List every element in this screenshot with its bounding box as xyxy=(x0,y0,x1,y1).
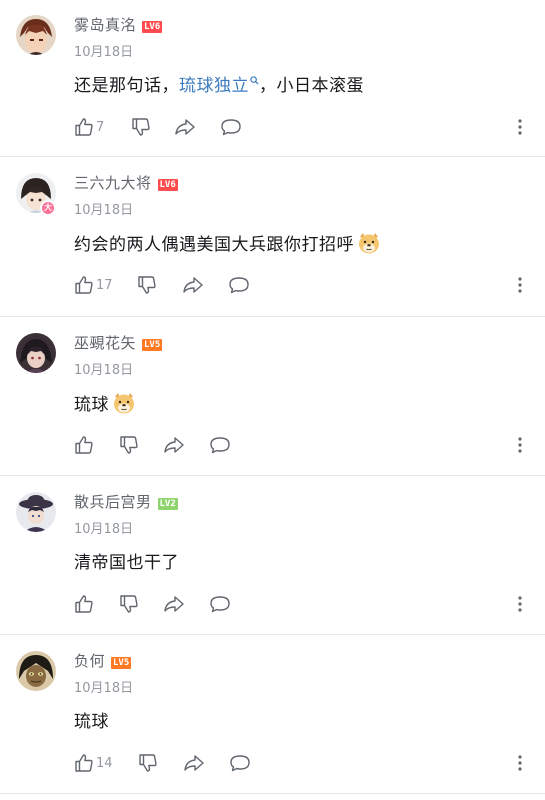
comment-bubble-icon xyxy=(210,437,230,454)
thumbs-up-icon xyxy=(75,595,93,613)
like-button[interactable] xyxy=(74,435,96,455)
share-button[interactable] xyxy=(163,435,185,455)
thumbs-up-icon xyxy=(75,754,93,772)
username[interactable]: 负何 LV5 xyxy=(74,650,132,671)
username[interactable]: 巫覡花矢 LV5 xyxy=(74,332,163,353)
more-vertical-icon xyxy=(518,755,522,771)
comment-bubble-icon xyxy=(229,277,249,294)
thumbs-up-icon xyxy=(75,436,93,454)
search-icon xyxy=(250,76,259,85)
doge-emoji-icon xyxy=(359,233,379,254)
share-button[interactable] xyxy=(163,594,185,614)
level-badge: LV6 xyxy=(142,21,163,33)
dislike-button[interactable] xyxy=(131,117,151,137)
reply-button[interactable] xyxy=(209,435,231,455)
comment-content: 清帝国也干了 xyxy=(74,553,179,573)
reply-button[interactable] xyxy=(220,117,242,137)
comment-content: 琉球 xyxy=(74,712,109,732)
avatar[interactable] xyxy=(16,15,56,55)
thumbs-up-icon xyxy=(75,118,93,136)
comment-content: 约会的两人偶遇美国大兵跟你打招呼 xyxy=(74,231,381,258)
share-icon xyxy=(175,119,195,135)
vip-badge: 大 xyxy=(40,200,56,216)
action-bar xyxy=(74,435,534,455)
comment-content: 还是那句话，琉球独立 ，小日本滚蛋 xyxy=(74,76,364,96)
comment-bubble-icon xyxy=(221,119,241,136)
more-menu-button[interactable] xyxy=(514,275,526,295)
share-button[interactable] xyxy=(182,275,204,295)
comment-date: 10月18日 xyxy=(74,522,134,537)
action-bar xyxy=(74,594,534,614)
avatar[interactable] xyxy=(16,492,56,532)
more-menu-button[interactable] xyxy=(514,435,526,455)
avatar[interactable] xyxy=(16,333,56,373)
reply-button[interactable] xyxy=(229,753,251,773)
dislike-button[interactable] xyxy=(137,275,157,295)
action-bar: 17 xyxy=(74,275,534,295)
more-menu-button[interactable] xyxy=(514,117,526,137)
thumbs-down-icon xyxy=(138,276,156,294)
more-vertical-icon xyxy=(518,119,522,135)
thumbs-up-icon xyxy=(75,276,93,294)
like-button[interactable] xyxy=(74,594,96,614)
thumbs-down-icon xyxy=(139,754,157,772)
dislike-button[interactable] xyxy=(138,753,158,773)
level-badge: LV2 xyxy=(157,498,178,510)
comment-date: 10月18日 xyxy=(74,363,134,378)
more-vertical-icon xyxy=(518,596,522,612)
comment-bubble-icon xyxy=(230,755,250,772)
more-vertical-icon xyxy=(518,437,522,453)
more-menu-button[interactable] xyxy=(514,753,526,773)
comment-date: 10月18日 xyxy=(74,681,134,696)
level-badge: LV6 xyxy=(157,179,178,191)
dislike-button[interactable] xyxy=(119,435,139,455)
avatar[interactable] xyxy=(16,651,56,691)
share-icon xyxy=(164,596,184,612)
comment-item: 雾岛真洺 LV6 10月18日 还是那句话，琉球独立 ，小日本滚蛋 7 xyxy=(0,0,545,157)
comment-bubble-icon xyxy=(210,596,230,613)
search-link[interactable]: 琉球独立 xyxy=(179,76,259,96)
more-vertical-icon xyxy=(518,277,522,293)
share-icon xyxy=(183,277,203,293)
doge-emoji-icon xyxy=(114,393,134,414)
level-badge: LV5 xyxy=(111,657,132,669)
dislike-button[interactable] xyxy=(119,594,139,614)
like-button[interactable]: 17 xyxy=(74,275,113,295)
username[interactable]: 三六九大将 LV6 xyxy=(74,172,178,193)
username[interactable]: 雾岛真洺 LV6 xyxy=(74,14,163,35)
share-button[interactable] xyxy=(183,753,205,773)
share-icon xyxy=(164,437,184,453)
share-icon xyxy=(184,755,204,771)
share-button[interactable] xyxy=(174,117,196,137)
action-bar: 7 xyxy=(74,117,534,137)
like-count: 14 xyxy=(96,755,113,771)
username[interactable]: 散兵后宫男 LV2 xyxy=(74,491,178,512)
comment-date: 10月18日 xyxy=(74,45,134,60)
thumbs-down-icon xyxy=(120,595,138,613)
comment-item: 大 三六九大将 LV6 10月18日 约会的两人偶遇美国大兵跟你打招呼 17 xyxy=(0,158,545,317)
thumbs-down-icon xyxy=(132,118,150,136)
like-count: 17 xyxy=(96,277,113,293)
comment-item: 散兵后宫男 LV2 10月18日 清帝国也干了 xyxy=(0,477,545,635)
reply-button[interactable] xyxy=(209,594,231,614)
comment-date: 10月18日 xyxy=(74,203,134,218)
reply-button[interactable] xyxy=(228,275,250,295)
level-badge: LV5 xyxy=(142,339,163,351)
like-button[interactable]: 14 xyxy=(74,753,113,773)
action-bar: 14 xyxy=(74,753,534,773)
more-menu-button[interactable] xyxy=(514,594,526,614)
comment-item: 巫覡花矢 LV5 10月18日 琉球 xyxy=(0,318,545,476)
comment-item: 负何 LV5 10月18日 琉球 14 xyxy=(0,636,545,794)
like-count: 7 xyxy=(96,119,105,135)
like-button[interactable]: 7 xyxy=(74,117,104,137)
thumbs-down-icon xyxy=(120,436,138,454)
comment-content: 琉球 xyxy=(74,391,136,418)
